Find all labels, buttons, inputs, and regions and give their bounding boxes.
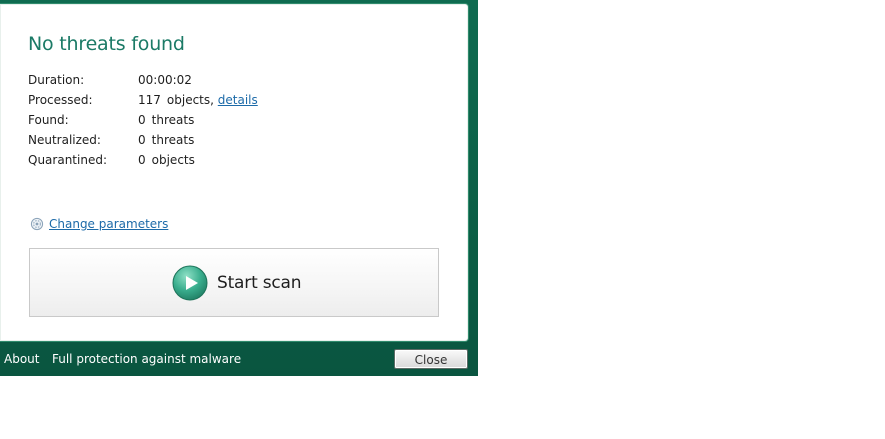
found-unit: threats [151,113,195,127]
protection-status-text: Full protection against malware [52,352,242,366]
change-parameters: Change parameters [30,217,168,231]
close-button[interactable]: Close [394,349,468,369]
neutralized-unit: threats [151,133,195,147]
neutralized-value: 0 threats [138,130,194,150]
start-scan-button[interactable]: Start scan [29,248,439,317]
quarantined-unit: objects [151,153,195,167]
neutralized-label: Neutralized: [28,133,101,147]
page-title: No threats found [28,33,185,55]
found-value: 0 threats [138,110,194,130]
change-parameters-link[interactable]: Change parameters [49,217,168,231]
status-bar: About Full protection against malware Cl… [0,346,478,374]
found-label: Found: [28,113,69,127]
neutralized-count: 0 [138,133,146,147]
scan-window: No threats found Duration: 00:00:02 Proc… [0,0,478,376]
processed-value: 117 objects, details [138,90,258,110]
processed-unit: objects, [166,93,214,107]
duration-value: 00:00:02 [138,73,192,87]
processed-label: Processed: [28,93,93,107]
quarantined-label: Quarantined: [28,153,107,167]
start-scan-label: Start scan [217,273,302,293]
about-link[interactable]: About [4,352,39,366]
details-link[interactable]: details [218,93,258,107]
start-scan-content: Start scan [172,265,302,301]
quarantined-count: 0 [138,153,146,167]
processed-count: 117 [138,93,161,107]
play-icon [172,265,208,301]
quarantined-value: 0 objects [138,150,195,170]
gear-icon[interactable] [30,217,44,231]
found-count: 0 [138,113,146,127]
duration-label: Duration: [28,73,85,87]
scan-results-panel: No threats found Duration: 00:00:02 Proc… [0,3,469,342]
